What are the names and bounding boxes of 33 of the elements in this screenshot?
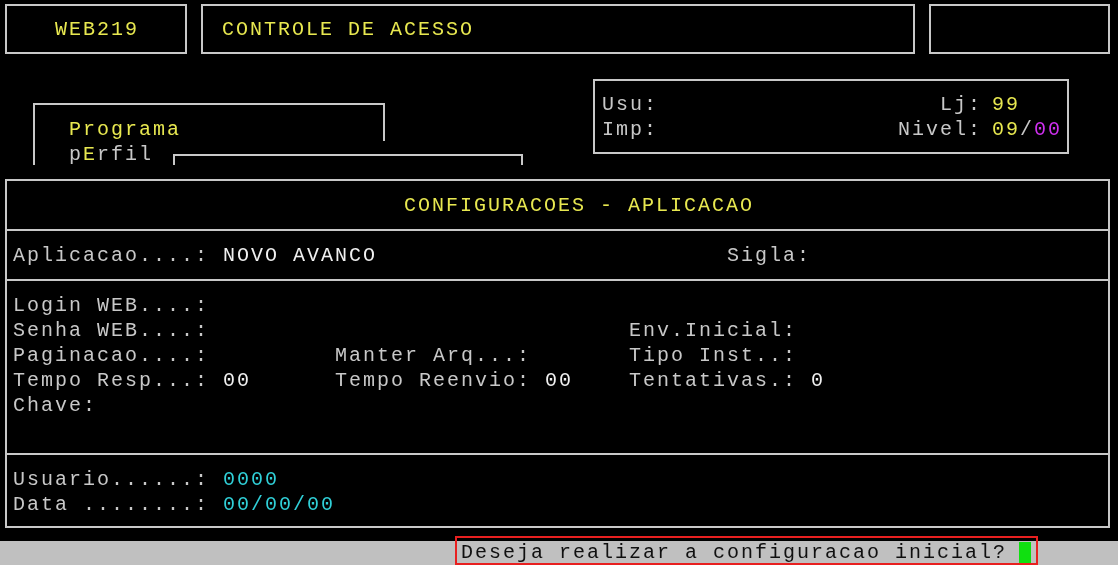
field-label: Sigla: — [727, 242, 811, 268]
field-label: Imp: — [602, 117, 659, 142]
cursor-icon — [1019, 542, 1032, 563]
prompt-text: Deseja realizar a configuracao inicial? — [461, 541, 1008, 564]
field-value: 99 — [992, 92, 1021, 117]
field-label: Chave: — [13, 393, 97, 418]
panel-title: CONFIGURACOES - APLICACAO — [404, 192, 755, 218]
field-label: Paginacao....: — [13, 343, 210, 368]
field-label: Usuario......: — [13, 467, 210, 492]
tab[interactable]: pE rfil — [69, 142, 154, 167]
field-value: 0000 — [223, 467, 280, 492]
field-label: Login WEB....: — [13, 293, 210, 318]
field-label: Manter Arq...: — [335, 343, 532, 368]
field-value: 00/00/00 — [223, 492, 336, 517]
field-label: Usu: — [602, 92, 659, 117]
field-label: Nivel: — [898, 117, 982, 142]
field-label: Tentativas.: — [629, 368, 798, 393]
field-label: Lj: — [939, 92, 982, 117]
tab[interactable]: P rograma — [69, 117, 182, 142]
field-label: Senha WEB....: — [13, 318, 210, 343]
field-value: 09/00 — [992, 117, 1061, 142]
field-label: Tempo Resp...: — [13, 368, 210, 393]
field-label: Data ........: — [13, 492, 210, 517]
field-label: Tipo Inst..: — [629, 343, 798, 368]
field-value: 00 — [545, 368, 574, 393]
field-value: 0 — [811, 368, 826, 393]
field-label: Aplicacao....: — [13, 242, 210, 268]
field-label: Tempo Reenvio: — [335, 368, 532, 393]
field-value: 00 — [223, 368, 252, 393]
screen-title: CONTROLE DE ACESSO — [222, 17, 475, 41]
field-label: Env.Inicial: — [629, 318, 798, 343]
program-code: WEB219 — [55, 17, 139, 41]
field-value: NOVO AVANCO — [223, 242, 378, 268]
